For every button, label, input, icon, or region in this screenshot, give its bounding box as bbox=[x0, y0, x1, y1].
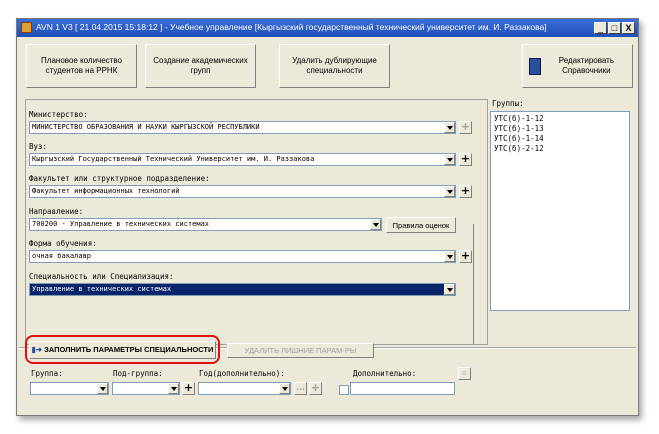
subgroup-filter-label: Под-группа: bbox=[113, 369, 163, 378]
chevron-down-icon[interactable] bbox=[97, 383, 108, 394]
study-form-label: Форма обучения: bbox=[29, 239, 97, 248]
specialty-value: Управление в технических системах bbox=[32, 285, 172, 293]
add-faculty-button[interactable]: + bbox=[459, 185, 472, 198]
year-more-button[interactable]: ... bbox=[294, 382, 307, 395]
study-form-value: очная бакалавр bbox=[32, 252, 92, 260]
direction-label: Направление: bbox=[29, 207, 84, 216]
chevron-down-icon[interactable] bbox=[279, 383, 290, 394]
add-university-button[interactable]: + bbox=[459, 153, 472, 166]
close-button[interactable]: X bbox=[622, 22, 635, 34]
ministry-value: МИНИСТЕРСТВО ОБРАЗОВАНИЯ И НАУКИ КЫРГЫЗС… bbox=[32, 123, 260, 131]
university-value: Кыргызский Государственный Технический У… bbox=[32, 155, 315, 163]
extra-filter-checkbox[interactable] bbox=[339, 385, 349, 395]
arrow-icon: ▮➜ bbox=[31, 345, 45, 354]
chevron-down-icon[interactable] bbox=[444, 186, 455, 197]
chevron-down-icon[interactable] bbox=[444, 251, 455, 262]
small-action-icon[interactable]: ▫ bbox=[458, 367, 471, 380]
delete-duplicates-label: Удалить дублирующие специальности bbox=[292, 56, 377, 75]
app-icon bbox=[21, 22, 32, 33]
create-groups-button[interactable]: Создание академических групп bbox=[145, 44, 256, 88]
title-bar: AVN 1 V3 [ 21.04.2015 15:18:12 ] - Учебн… bbox=[17, 19, 638, 37]
specialty-label: Специальность или Специализация: bbox=[29, 272, 174, 281]
faculty-value: Факультет информационных технологий bbox=[32, 187, 180, 195]
plan-students-button[interactable]: Плановое количество студентов на РРНК bbox=[26, 44, 137, 88]
chevron-down-icon[interactable] bbox=[444, 122, 455, 133]
group-filter-label: Группа: bbox=[31, 369, 63, 378]
edit-references-button[interactable]: Редактировать Справочники bbox=[522, 44, 633, 88]
add-study-form-button[interactable]: + bbox=[459, 250, 472, 263]
university-select[interactable]: Кыргызский Государственный Технический У… bbox=[29, 153, 456, 166]
extra-filter-label: Дополнительно: bbox=[353, 369, 417, 378]
maximize-button[interactable]: □ bbox=[608, 22, 621, 34]
delete-extra-params-button[interactable]: УДАЛИТЬ ЛИШНИЕ ПАРАМ-РЫ bbox=[227, 343, 374, 358]
faculty-label: Факультет или структурное подразделение: bbox=[29, 174, 210, 183]
direction-value: 700200 - Управление в технических систем… bbox=[32, 220, 210, 228]
ministry-label: Министерство: bbox=[29, 110, 88, 119]
groups-panel: Группы: УТС(б)-1-12 УТС(б)-1-13 УТС(б)-1… bbox=[490, 99, 632, 345]
window-title: AVN 1 V3 [ 21.04.2015 15:18:12 ] - Учебн… bbox=[36, 22, 547, 32]
list-item[interactable]: УТС(б)-2-12 bbox=[494, 144, 626, 154]
chevron-down-icon[interactable] bbox=[444, 284, 455, 295]
minimize-button[interactable]: _ bbox=[594, 22, 607, 34]
divider bbox=[473, 224, 474, 344]
add-ministry-button[interactable]: + bbox=[459, 121, 472, 134]
edit-references-label: Редактировать Справочники bbox=[558, 56, 614, 75]
year-filter-label: Год(дополнительно): bbox=[199, 369, 285, 378]
main-window: AVN 1 V3 [ 21.04.2015 15:18:12 ] - Учебн… bbox=[16, 18, 639, 416]
university-label: Вуз: bbox=[29, 142, 48, 151]
list-item[interactable]: УТС(б)-1-12 bbox=[494, 114, 626, 124]
study-form-select[interactable]: очная бакалавр bbox=[29, 250, 456, 263]
book-icon bbox=[529, 57, 541, 75]
groups-list[interactable]: УТС(б)-1-12 УТС(б)-1-13 УТС(б)-1-14 УТС(… bbox=[490, 111, 630, 311]
fill-specialty-params-button[interactable]: ▮➜ ЗАПОЛНИТЬ ПАРАМЕТРЫ СПЕЦИАЛЬНОСТИ bbox=[29, 341, 216, 359]
direction-select[interactable]: 700200 - Управление в технических систем… bbox=[29, 218, 382, 231]
ministry-select[interactable]: МИНИСТЕРСТВО ОБРАЗОВАНИЯ И НАУКИ КЫРГЫЗС… bbox=[29, 121, 456, 134]
list-item[interactable]: УТС(б)-1-13 bbox=[494, 124, 626, 134]
create-groups-label: Создание академических групп bbox=[153, 56, 248, 75]
fill-specialty-params-label: ЗАПОЛНИТЬ ПАРАМЕТРЫ СПЕЦИАЛЬНОСТИ bbox=[44, 345, 214, 354]
chevron-down-icon[interactable] bbox=[444, 154, 455, 165]
extra-filter-input[interactable] bbox=[350, 382, 455, 395]
add-year-button[interactable]: + bbox=[309, 382, 322, 395]
add-subgroup-button[interactable]: + bbox=[182, 382, 195, 395]
groups-label: Группы: bbox=[492, 99, 524, 108]
year-filter-select[interactable] bbox=[198, 382, 291, 395]
subgroup-filter-select[interactable] bbox=[112, 382, 180, 395]
specialty-select[interactable]: Управление в технических системах bbox=[29, 283, 456, 296]
chevron-down-icon[interactable] bbox=[168, 383, 179, 394]
chevron-down-icon[interactable] bbox=[370, 219, 381, 230]
group-filter-select[interactable] bbox=[30, 382, 109, 395]
delete-duplicates-button[interactable]: Удалить дублирующие специальности bbox=[279, 44, 390, 88]
faculty-select[interactable]: Факультет информационных технологий bbox=[29, 185, 456, 198]
list-item[interactable]: УТС(б)-1-14 bbox=[494, 134, 626, 144]
parameters-panel: Министерство: МИНИСТЕРСТВО ОБРАЗОВАНИЯ И… bbox=[25, 99, 488, 345]
grading-rules-button[interactable]: Правила оценок bbox=[386, 217, 456, 233]
plan-students-label: Плановое количество студентов на РРНК bbox=[41, 56, 122, 75]
